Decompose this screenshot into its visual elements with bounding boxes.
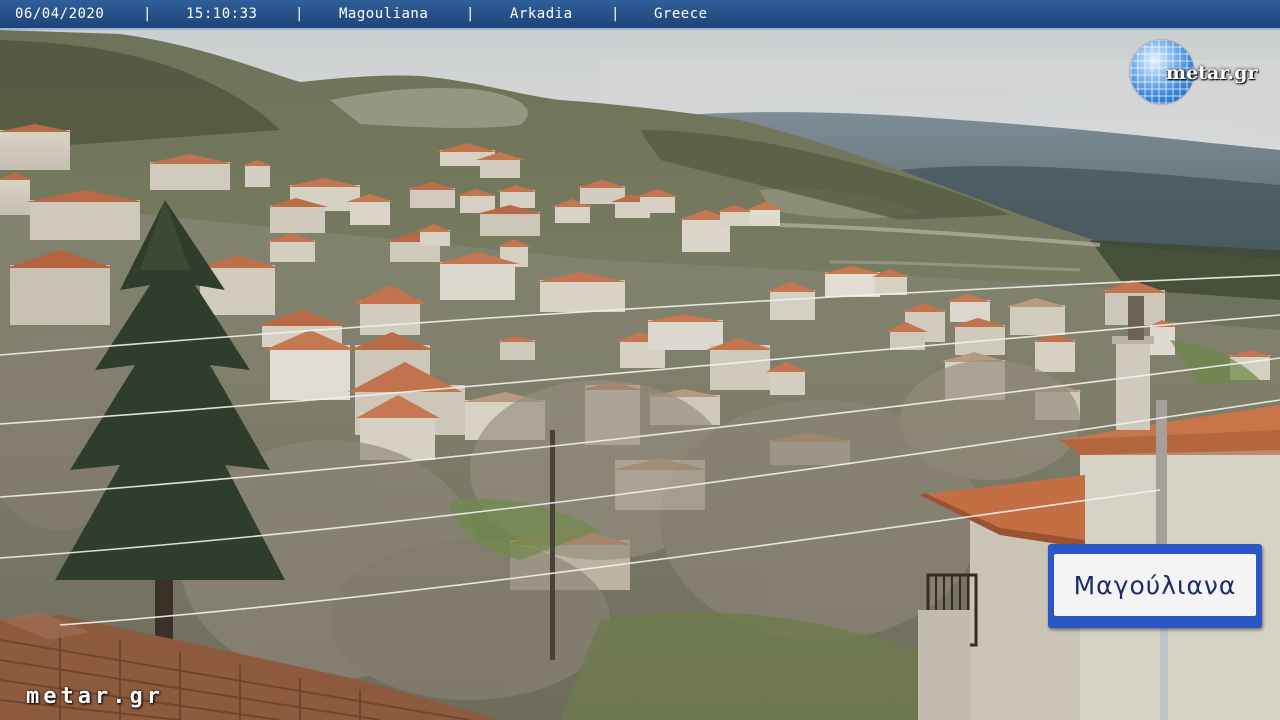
road-sign-panel: Μαγούλιανα	[1054, 554, 1256, 616]
location-country-text: Greece	[654, 6, 708, 22]
date-text: 06/04/2020	[15, 6, 105, 22]
location-region-text: Arkadia	[510, 6, 573, 22]
separator: |	[611, 6, 620, 22]
separator: |	[143, 6, 152, 22]
metar-logo: metar.gr	[1128, 38, 1273, 108]
separator: |	[295, 6, 304, 22]
road-sign: Μαγούλιανα	[1048, 544, 1262, 628]
separator: |	[466, 6, 475, 22]
watermark-text: metar.gr	[26, 684, 164, 709]
metar-logo-text: metar.gr	[1166, 62, 1258, 84]
location-village-text: Magouliana	[339, 6, 429, 22]
road-sign-text: Μαγούλιανα	[1073, 570, 1237, 600]
timestamp-info-bar: 06/04/2020 | 15:10:33 | Magouliana | Ark…	[0, 0, 1280, 30]
webcam-frame: 06/04/2020 | 15:10:33 | Magouliana | Ark…	[0, 0, 1280, 720]
time-text: 15:10:33	[186, 6, 258, 22]
